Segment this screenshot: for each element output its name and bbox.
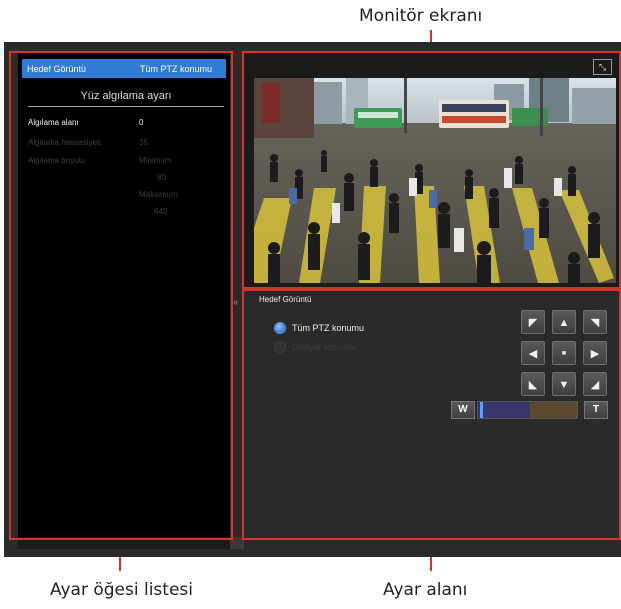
settings-area-frame <box>242 289 621 540</box>
item-list-frame <box>9 51 233 540</box>
monitor-frame <box>242 51 621 289</box>
monitor-callout-label: Monitör ekranı <box>359 6 483 26</box>
collapse-panel-icon[interactable]: « <box>233 297 239 308</box>
settings-callout-label: Ayar alanı <box>383 580 468 600</box>
item-list-callout-label: Ayar öğesi listesi <box>50 580 193 600</box>
